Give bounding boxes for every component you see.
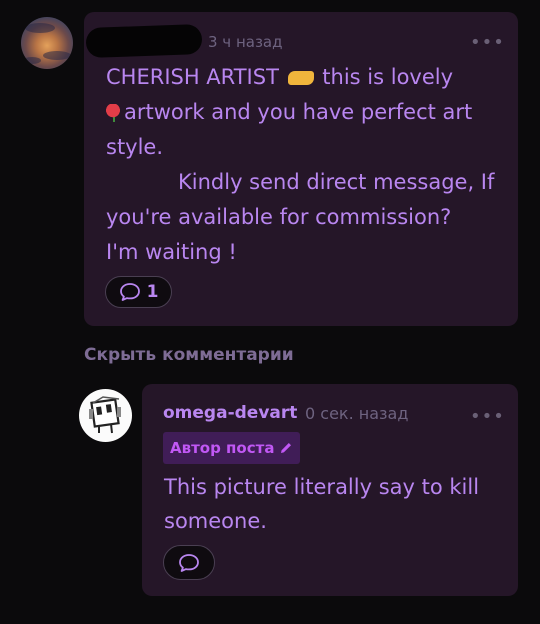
comment-body: CHERISH ARTIST this is lovely artwork an…: [106, 60, 506, 270]
rose-icon: [106, 104, 120, 122]
comment-text-line1-prefix: CHERISH ARTIST: [106, 65, 279, 89]
handshake-icon: [287, 71, 314, 85]
hide-comments-link[interactable]: Скрыть комментарии: [84, 345, 294, 365]
comment-text-line2: artwork and you have perfect art: [124, 100, 473, 124]
comment-text-line6: I'm waiting !: [106, 240, 237, 264]
reply-button[interactable]: [163, 545, 215, 580]
reply-author-name[interactable]: omega-devart: [163, 403, 297, 423]
post-author-badge-label: Автор поста: [170, 439, 275, 457]
speech-bubble-icon: [119, 283, 140, 301]
commenter-avatar[interactable]: [21, 17, 73, 69]
reply-body: This picture literally say to kill someo…: [164, 475, 480, 533]
pencil-icon: [281, 443, 292, 453]
author-avatar[interactable]: [79, 389, 132, 442]
reply-count-button[interactable]: 1: [105, 276, 172, 308]
comment-timestamp: 3 ч назад: [208, 33, 283, 51]
comment-text-line4: Kindly send direct message, If: [178, 170, 495, 194]
comment-text-line1-suffix: this is lovely: [322, 65, 454, 89]
comment-thread: 3 ч назад ••• CHERISH ARTIST this is lov…: [0, 0, 540, 624]
more-options-icon[interactable]: •••: [470, 34, 505, 52]
comment-text-line3: style.: [106, 135, 164, 159]
reply-count: 1: [146, 282, 159, 302]
comment-text-line5: you're available for commission?: [106, 205, 452, 229]
robot-drawing-icon: [89, 396, 121, 434]
post-author-badge: Автор поста: [163, 432, 301, 464]
more-options-icon[interactable]: •••: [470, 408, 505, 426]
redacted-username: [85, 23, 203, 59]
speech-bubble-icon: [179, 553, 199, 572]
reply-timestamp: 0 сек. назад: [305, 404, 409, 423]
